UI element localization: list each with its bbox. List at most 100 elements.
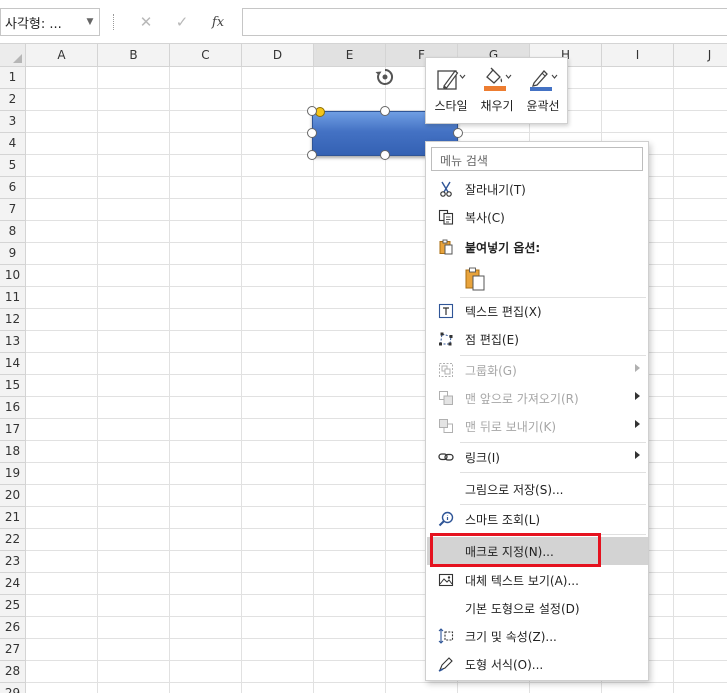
- column-header-j[interactable]: J: [674, 44, 727, 67]
- resize-handle-bottom[interactable]: [380, 150, 390, 160]
- menu-item-save-as-picture[interactable]: 그림으로 저장(S)...: [427, 475, 648, 503]
- highlight-box: [430, 533, 601, 567]
- menu-item-link[interactable]: 링크(I): [427, 443, 648, 471]
- row-header-23[interactable]: 23: [0, 551, 26, 573]
- menu-item-send-to-back[interactable]: 맨 뒤로 보내기(K): [427, 412, 648, 440]
- insert-function-icon[interactable]: fx: [200, 15, 236, 30]
- submenu-arrow-icon: [635, 364, 640, 372]
- paste-keep-source-icon: [465, 267, 485, 291]
- gridline-vertical: [169, 67, 170, 693]
- context-menu: 메뉴 검색 잘라내기(T) 복사(C) 붙여넣기 옵션: 텍스트 편집(X) 점…: [425, 141, 649, 681]
- row-header-5[interactable]: 5: [0, 155, 26, 177]
- column-header-d[interactable]: D: [242, 44, 314, 67]
- menu-item-label: 링크(I): [465, 451, 500, 465]
- send-back-icon: [438, 418, 454, 434]
- menu-item-group[interactable]: 그룹화(G): [427, 356, 648, 384]
- row-header-26[interactable]: 26: [0, 617, 26, 639]
- fill-button[interactable]: 채우기: [474, 62, 520, 122]
- scissors-icon: [438, 181, 454, 197]
- menu-item-copy[interactable]: 복사(C): [427, 203, 648, 231]
- enter-icon[interactable]: ✓: [164, 13, 200, 31]
- menu-item-edit-text[interactable]: 텍스트 편집(X): [427, 297, 648, 325]
- row-header-8[interactable]: 8: [0, 221, 26, 243]
- row-header-20[interactable]: 20: [0, 485, 26, 507]
- menu-item-edit-points[interactable]: 점 편집(E): [427, 325, 648, 353]
- row-header-2[interactable]: 2: [0, 89, 26, 111]
- resize-handle-left[interactable]: [307, 128, 317, 138]
- column-header-a[interactable]: A: [26, 44, 98, 67]
- fill-button-label: 채우기: [480, 99, 514, 113]
- menu-search-input[interactable]: 메뉴 검색: [431, 147, 643, 171]
- menu-item-cut[interactable]: 잘라내기(T): [427, 175, 648, 203]
- size-properties-icon: [438, 628, 454, 644]
- formula-input[interactable]: [242, 8, 727, 36]
- menu-item-format-shape[interactable]: 도형 서식(O)...: [427, 650, 648, 678]
- smart-lookup-icon: [438, 511, 454, 527]
- row-header-22[interactable]: 22: [0, 529, 26, 551]
- menu-search-placeholder: 메뉴 검색: [440, 154, 488, 168]
- menu-item-label: 맨 앞으로 가져오기(R): [465, 392, 579, 406]
- resize-handle-right[interactable]: [453, 128, 463, 138]
- gridline-vertical: [97, 67, 98, 693]
- column-header-b[interactable]: B: [98, 44, 170, 67]
- row-header-19[interactable]: 19: [0, 463, 26, 485]
- row-header-21[interactable]: 21: [0, 507, 26, 529]
- row-header-15[interactable]: 15: [0, 375, 26, 397]
- cancel-icon[interactable]: ✕: [128, 13, 164, 31]
- menu-item-alt-text[interactable]: 대체 텍스트 보기(A)...: [427, 566, 648, 594]
- row-header-6[interactable]: 6: [0, 177, 26, 199]
- row-header-24[interactable]: 24: [0, 573, 26, 595]
- row-header-16[interactable]: 16: [0, 397, 26, 419]
- style-button[interactable]: 스타일: [428, 62, 474, 122]
- row-header-29[interactable]: 29: [0, 683, 26, 693]
- menu-item-label: 스마트 조회(L): [465, 513, 541, 527]
- paste-icon: [438, 239, 454, 255]
- resize-handle-bottom-left[interactable]: [307, 150, 317, 160]
- select-all-button[interactable]: [0, 44, 26, 67]
- outline-button[interactable]: 윤곽선: [520, 62, 566, 122]
- resize-handle-top[interactable]: [380, 106, 390, 116]
- bring-front-icon: [438, 390, 454, 406]
- row-header-28[interactable]: 28: [0, 661, 26, 683]
- link-icon: [438, 449, 454, 465]
- outline-button-label: 윤곽선: [526, 99, 560, 113]
- menu-item-label: 잘라내기(T): [465, 183, 526, 197]
- row-header-10[interactable]: 10: [0, 265, 26, 287]
- column-header-i[interactable]: I: [602, 44, 674, 67]
- row-header-12[interactable]: 12: [0, 309, 26, 331]
- row-header-11[interactable]: 11: [0, 287, 26, 309]
- fill-bucket-icon: [482, 66, 512, 92]
- menu-item-size-properties[interactable]: 크기 및 속성(Z)...: [427, 622, 648, 650]
- row-header-25[interactable]: 25: [0, 595, 26, 617]
- row-header-27[interactable]: 27: [0, 639, 26, 661]
- chevron-down-icon[interactable]: ▼: [81, 17, 99, 27]
- column-header-c[interactable]: C: [170, 44, 242, 67]
- menu-item-label: 그룹화(G): [465, 364, 517, 378]
- menu-item-label: 점 편집(E): [465, 333, 519, 347]
- gridline-vertical: [241, 67, 242, 693]
- row-header-13[interactable]: 13: [0, 331, 26, 353]
- menu-item-set-default-shape[interactable]: 기본 도형으로 설정(D): [427, 594, 648, 622]
- style-button-label: 스타일: [434, 99, 468, 113]
- row-header-17[interactable]: 17: [0, 419, 26, 441]
- row-header-7[interactable]: 7: [0, 199, 26, 221]
- edit-text-icon: [438, 303, 454, 319]
- column-header-e[interactable]: E: [314, 44, 386, 67]
- row-header-4[interactable]: 4: [0, 133, 26, 155]
- row-header-9[interactable]: 9: [0, 243, 26, 265]
- resize-handle-top-left[interactable]: [307, 106, 317, 116]
- paste-option-button[interactable]: [464, 266, 486, 292]
- gridline-horizontal: [26, 88, 727, 89]
- menu-item-label: 기본 도형으로 설정(D): [465, 602, 580, 616]
- name-box[interactable]: 사각형: ... ▼: [0, 8, 100, 36]
- shape-style-icon: [436, 66, 466, 92]
- row-header-14[interactable]: 14: [0, 353, 26, 375]
- row-header-3[interactable]: 3: [0, 111, 26, 133]
- copy-icon: [438, 209, 454, 225]
- formula-bar: 사각형: ... ▼ ✕ ✓ fx: [0, 0, 727, 44]
- menu-item-bring-to-front[interactable]: 맨 앞으로 가져오기(R): [427, 384, 648, 412]
- menu-item-smart-lookup[interactable]: 스마트 조회(L): [427, 505, 648, 533]
- row-header-18[interactable]: 18: [0, 441, 26, 463]
- row-header-1[interactable]: 1: [0, 67, 26, 89]
- rotate-handle-icon[interactable]: [374, 66, 396, 88]
